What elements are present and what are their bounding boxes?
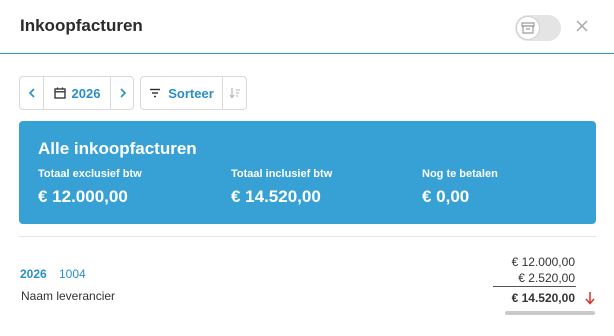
page-title: Inkoopfacturen — [20, 16, 143, 35]
filter-icon — [150, 88, 161, 98]
chevron-left-icon — [28, 88, 35, 98]
summary-card: Alle inkoopfacturen Totaal exclusief btw… — [19, 121, 596, 224]
year-selector: 2026 — [19, 76, 134, 110]
total-incl-vat-value: € 14.520,00 — [231, 187, 321, 206]
chevron-right-icon — [119, 88, 126, 98]
sort-direction-icon — [229, 88, 240, 99]
invoice-amount-incl-vat: € 14.520,00 — [511, 291, 575, 305]
calendar-icon — [53, 87, 66, 99]
outstanding-value: € 0,00 — [422, 187, 470, 206]
invoice-number: 1004 — [59, 267, 86, 281]
outstanding-label: Nog te betalen — [422, 168, 498, 180]
sum-line — [493, 286, 576, 287]
total-excl-vat-label: Totaal exclusief btw — [38, 168, 142, 180]
divider — [19, 236, 596, 237]
sort-label: Sorteer — [168, 85, 214, 101]
year-button[interactable]: 2026 — [44, 77, 110, 109]
previous-year-button[interactable] — [20, 77, 44, 109]
invoice-amount-excl-vat: € 12.000,00 — [511, 255, 575, 269]
sort-button[interactable]: Sorteer — [141, 77, 223, 109]
total-excl-vat-value: € 12.000,00 — [38, 187, 128, 206]
total-incl-vat-label: Totaal inclusief btw — [231, 168, 333, 180]
summary-title: Alle inkoopfacturen — [38, 139, 197, 158]
invoice-year: 2026 — [20, 267, 47, 281]
close-icon — [576, 20, 588, 32]
archive-icon — [521, 22, 535, 34]
archive-toggle-knob — [516, 16, 540, 40]
close-button[interactable] — [573, 17, 591, 35]
status-bar — [505, 311, 595, 315]
invoice-vat-amount: € 2.520,00 — [518, 271, 575, 285]
modal-header: Inkoopfacturen — [0, 0, 614, 54]
year-label: 2026 — [71, 85, 101, 101]
sort-direction-button[interactable] — [223, 77, 247, 109]
supplier-name: Naam leverancier — [21, 289, 116, 303]
arrow-down-icon — [585, 292, 595, 305]
next-year-button[interactable] — [110, 77, 134, 109]
sort-control: Sorteer — [140, 76, 247, 110]
archive-toggle[interactable] — [515, 15, 561, 41]
